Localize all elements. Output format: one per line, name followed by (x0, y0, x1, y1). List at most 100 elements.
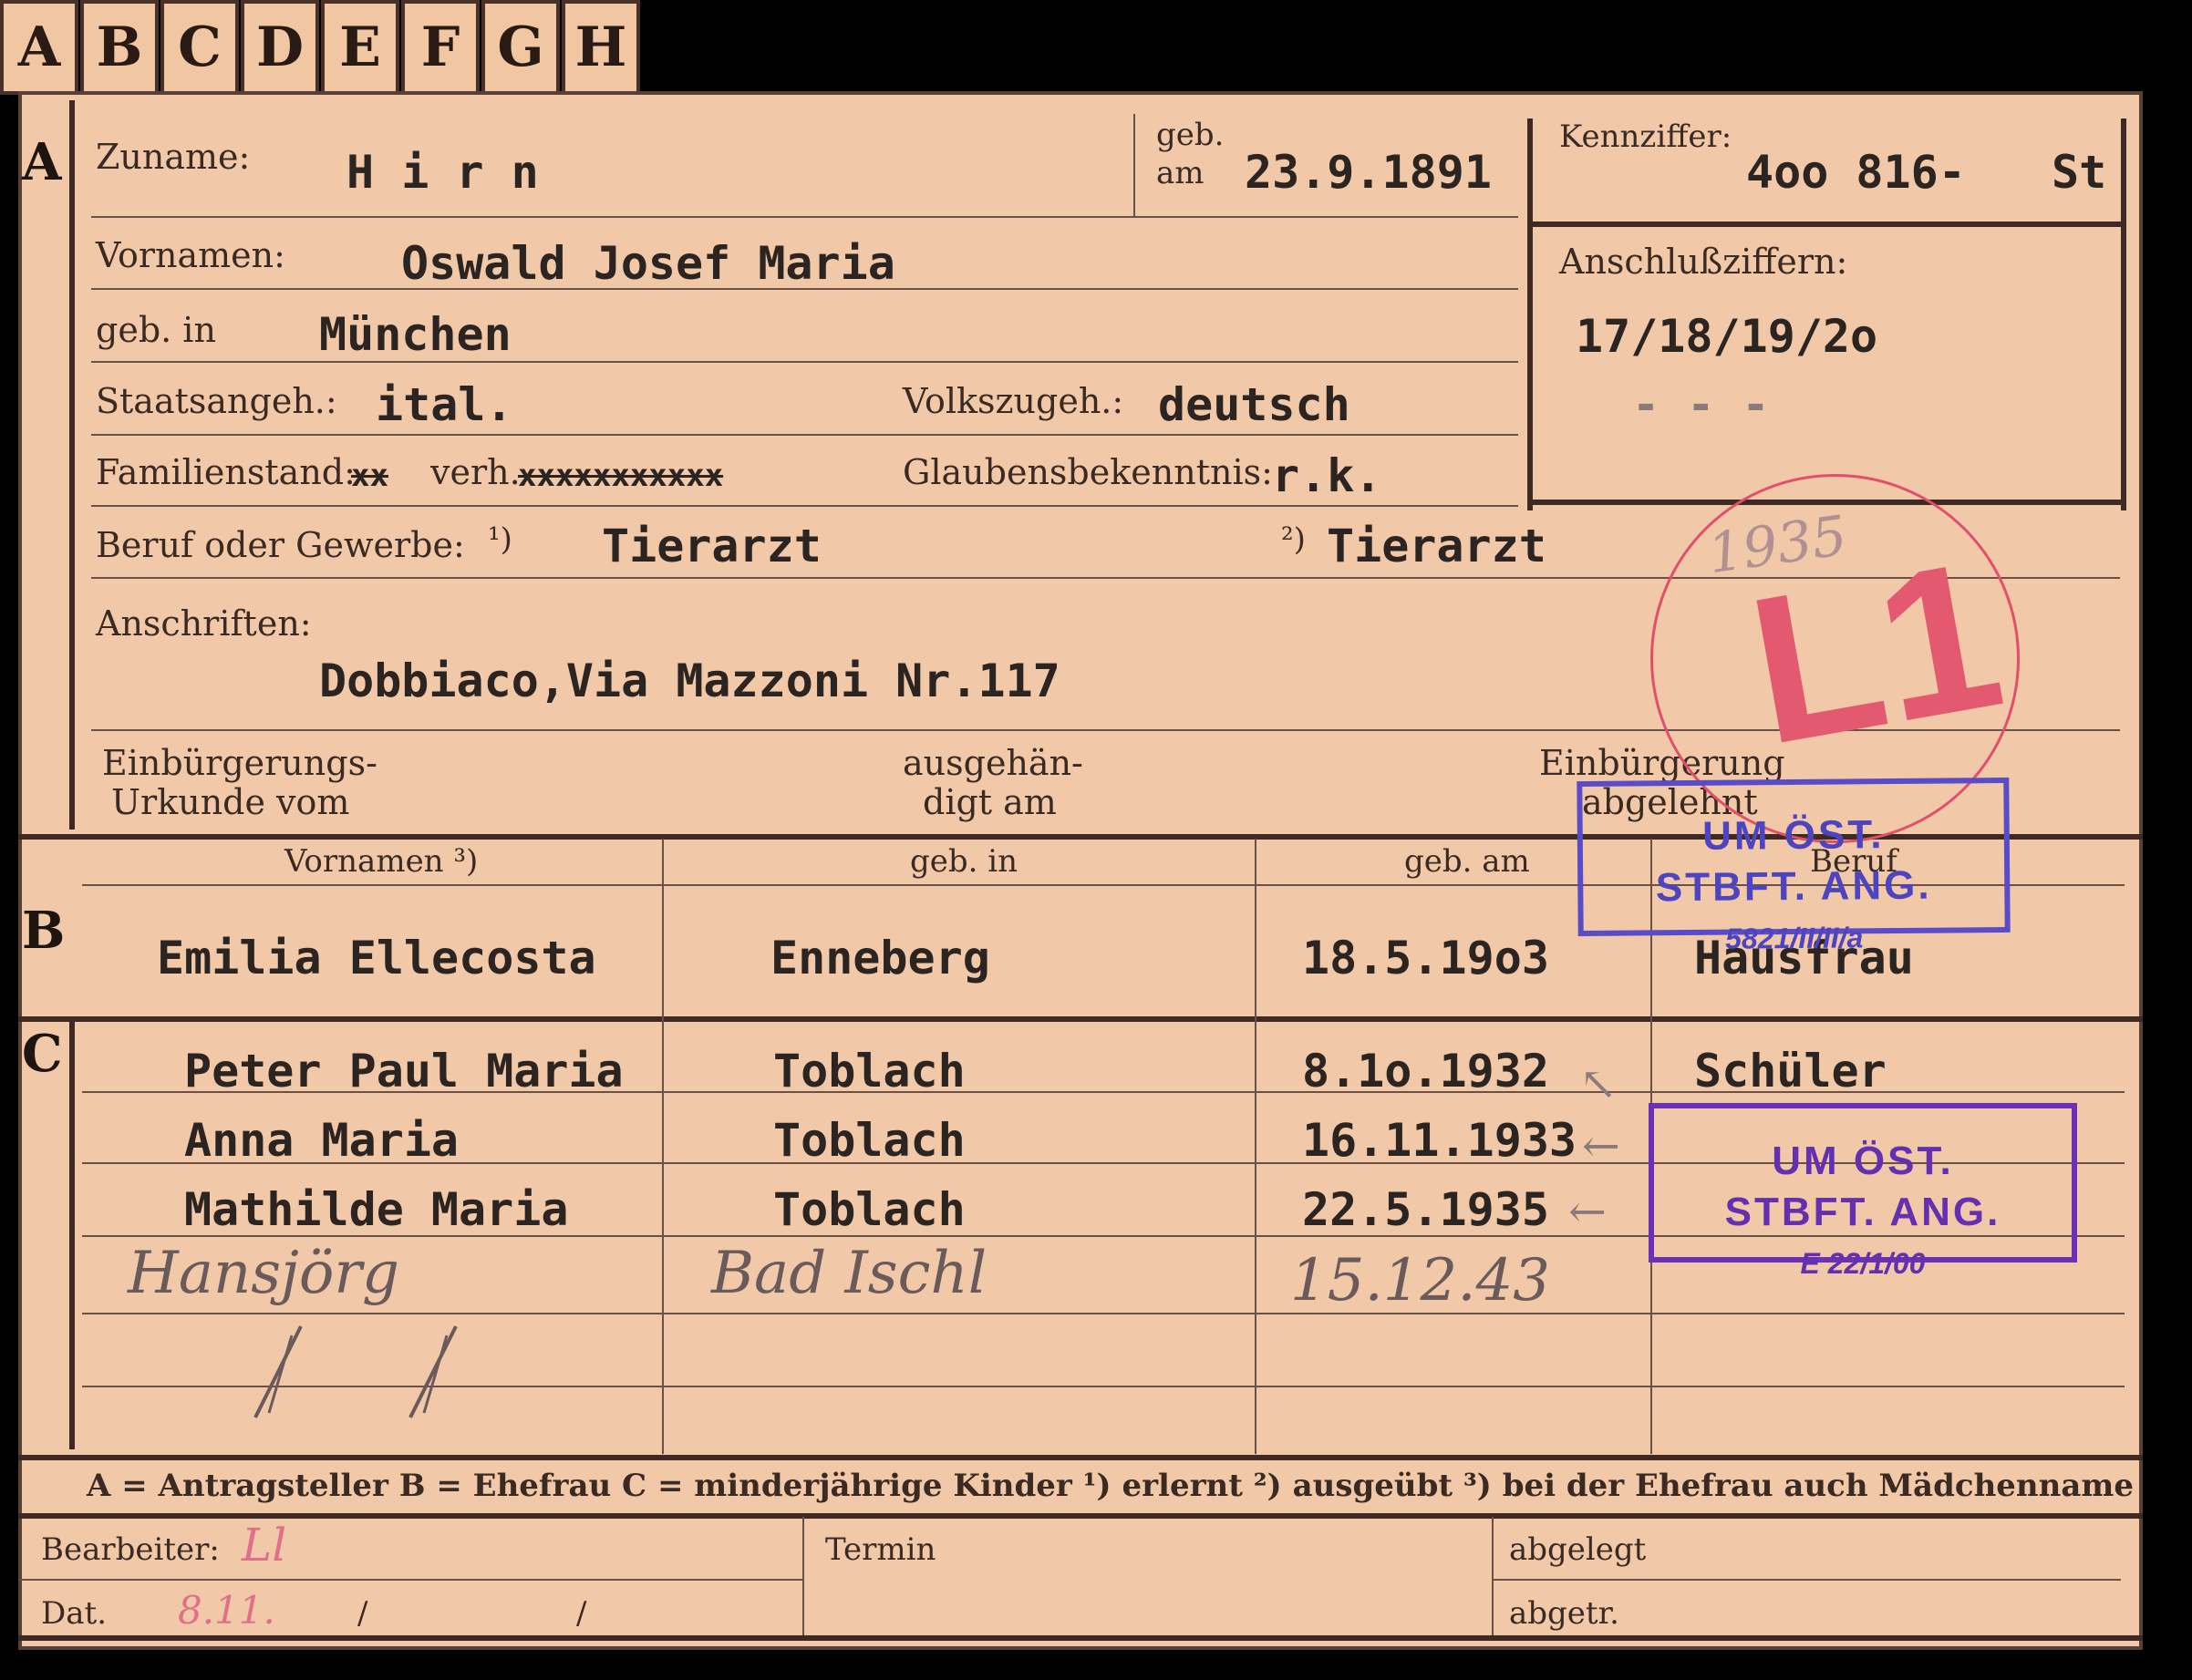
stamp-ref: E 22/1/00 (1800, 1247, 1926, 1280)
staats-label: Staatsangeh.: (96, 381, 337, 421)
stamp-line-2: STBFT. ANG. (1724, 1190, 2001, 1234)
column-line (802, 1517, 804, 1635)
child-1-occupation: Schüler (1694, 1045, 1887, 1098)
zuname-value: H i r n (346, 146, 539, 199)
stamp-line-1: UM ÖST. (1772, 1139, 1954, 1183)
legend: A = Antragsteller B = Ehefrau C = minder… (87, 1468, 2134, 1504)
section-a-label: A (22, 132, 62, 192)
child-4-name-handwritten: Hansjörg (128, 1240, 399, 1307)
familien-struck-2: xxxxxxxxxxx (518, 458, 724, 494)
kennziffer-value: 4oo 816- (1746, 146, 1966, 199)
zuname-label: Zuname: (96, 137, 251, 177)
dat-label: Dat. (41, 1595, 108, 1632)
termin-label: Termin (825, 1531, 936, 1568)
child-1-birthplace: Toblach (773, 1045, 966, 1098)
b-header-geb-in: geb. in (910, 843, 1018, 880)
volks-value: deutsch (1158, 378, 1350, 431)
vornamen-label: Vornamen: (96, 235, 285, 275)
beruf-ausgeuebt-value: Tierarzt (1327, 520, 1546, 572)
arrow-icon: ↖ (1579, 1057, 1618, 1110)
kennziffer-suffix: St (2052, 146, 2107, 199)
child-4-birthplace-handwritten: Bad Ischl (711, 1240, 987, 1307)
einbuergerung-label-2: Urkunde vom (111, 782, 350, 822)
beruf-label: Beruf oder Gewerbe: (96, 525, 465, 565)
stamp-code: L1 (1734, 515, 2017, 789)
child-3-name: Mathilde Maria (184, 1183, 569, 1236)
row-line (91, 361, 1518, 363)
row-line (1133, 114, 1135, 216)
section-b-label: B (22, 901, 66, 961)
kennziffer-label: Kennziffer: (1559, 119, 1732, 155)
dat-separator: / (357, 1595, 368, 1632)
child-4-birthdate-handwritten: 15.12.43 (1290, 1247, 1550, 1314)
box-border (1527, 222, 2125, 227)
geb-am-label: am (1156, 155, 1205, 191)
child-3-birthdate: 22.5.1935 (1302, 1183, 1549, 1236)
vornamen-value: Oswald Josef Maria (401, 237, 895, 290)
stamp-line-2: STBFT. ANG. (1655, 862, 1932, 911)
geb-in-label: geb. in (96, 310, 216, 350)
child-2-birthplace: Toblach (773, 1114, 966, 1167)
beruf-note-2: ²) (1281, 521, 1306, 558)
tab-h[interactable]: H (562, 0, 640, 95)
row-line (91, 434, 1518, 436)
bearbeiter-label: Bearbeiter: (41, 1531, 220, 1568)
child-1-birthdate: 8.1o.1932 (1302, 1045, 1549, 1098)
section-rule (18, 1513, 2143, 1519)
box-border (1527, 119, 1533, 510)
bearbeiter-value: Ll (242, 1519, 287, 1572)
child-2-birthdate: 16.11.1933 (1302, 1114, 1577, 1167)
anschluss-label: Anschlußziffern: (1559, 242, 1848, 282)
section-rule (18, 1455, 2143, 1460)
section-divider (69, 100, 75, 830)
purple-box-stamp: UM ÖST. STBFT. ANG. E 22/1/00 (1649, 1103, 2077, 1280)
tab-c[interactable]: C (160, 0, 239, 95)
geb-in-value: München (319, 308, 512, 361)
box-border (2121, 119, 2126, 510)
spouse-birthplace: Enneberg (770, 932, 990, 984)
birth-date-value: 23.9.1891 (1245, 146, 1492, 199)
child-1-name: Peter Paul Maria (184, 1045, 624, 1098)
section-c-label: C (22, 1024, 63, 1084)
anschluss-value: 17/18/19/2o (1576, 310, 1878, 363)
ausgehaendigt-label-1: ausgehän- (903, 743, 1083, 783)
ditto-marks (253, 1325, 458, 1418)
row-line (82, 1313, 2125, 1314)
spouse-birthdate: 18.5.19o3 (1302, 932, 1549, 984)
dat-value: 8.11. (178, 1588, 275, 1633)
b-header-vornamen: Vornamen ³) (284, 843, 479, 880)
column-line (1255, 839, 1256, 1454)
tab-e[interactable]: E (321, 0, 399, 95)
tab-g[interactable]: G (481, 0, 560, 95)
staats-value: ital. (376, 378, 513, 431)
index-tabs: A B C D E F G H (0, 0, 642, 98)
anschrift-value: Dobbiaco,Via Mazzoni Nr.117 (319, 654, 1060, 707)
spouse-name: Emilia Ellecosta (157, 932, 596, 984)
tab-a[interactable]: A (0, 0, 78, 95)
abgetr-label: abgetr. (1509, 1595, 1619, 1632)
einbuergerung-label-1: Einbürgerungs- (102, 743, 377, 783)
stamp-ref: 5821/II/II/a (1725, 921, 1864, 955)
b-header-geb-am: geb. am (1404, 843, 1530, 880)
familien-label: Familienstand: (96, 452, 356, 492)
familien-value: verh. (430, 452, 521, 492)
anschluss-dashes: - - - (1632, 378, 1770, 431)
child-3-birthplace: Toblach (773, 1183, 966, 1236)
geb-label: geb. (1156, 117, 1225, 153)
tab-d[interactable]: D (241, 0, 319, 95)
tab-f[interactable]: F (401, 0, 480, 95)
familien-struck-1: xx (351, 458, 388, 494)
section-divider (69, 1021, 75, 1449)
child-2-name: Anna Maria (184, 1114, 460, 1167)
glauben-label: Glaubensbekenntnis: (903, 452, 1273, 492)
tab-b[interactable]: B (80, 0, 159, 95)
row-line (91, 216, 1518, 218)
column-line (1492, 1517, 1494, 1635)
row-line (18, 1579, 802, 1581)
row-line (1492, 1579, 2121, 1581)
blue-box-stamp: UM ÖST. STBFT. ANG. 5821/II/II/a (1577, 777, 2011, 955)
row-line (91, 505, 1518, 507)
section-rule (18, 1635, 2143, 1641)
arrow-icon: ← (1582, 1119, 1620, 1172)
registration-card: A B C D E F G H A B C Zuname: H i r n ge… (0, 0, 2192, 1680)
